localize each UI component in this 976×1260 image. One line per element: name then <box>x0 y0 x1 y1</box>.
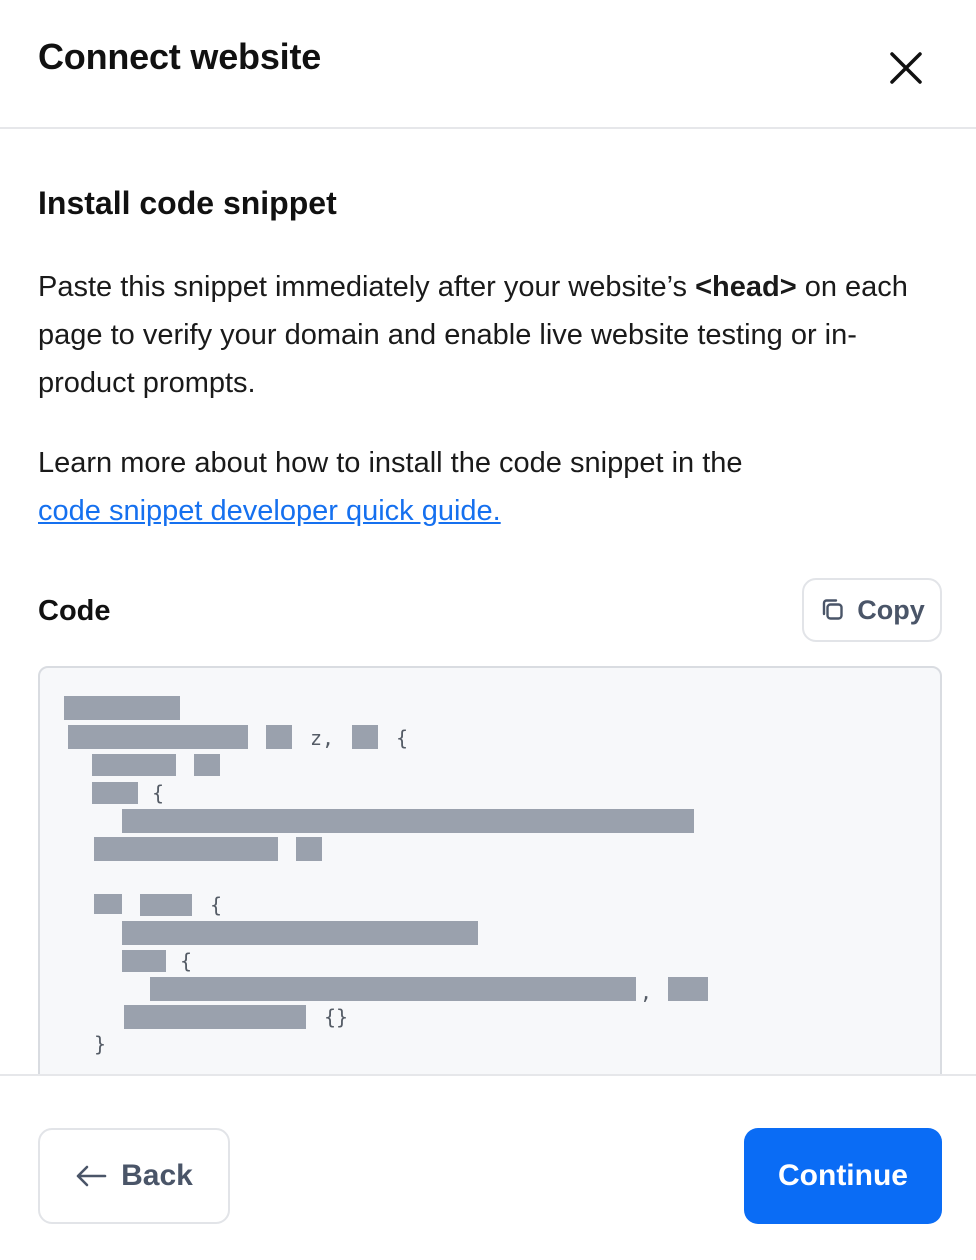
close-button[interactable] <box>882 44 930 92</box>
code-char: {} <box>324 1005 349 1029</box>
back-button[interactable]: Back <box>38 1128 230 1224</box>
continue-label: Continue <box>778 1159 908 1192</box>
redacted-code <box>296 837 322 861</box>
continue-button[interactable]: Continue <box>744 1128 942 1224</box>
code-char: { <box>180 949 193 973</box>
redacted-code <box>122 921 478 945</box>
description: Paste this snippet immediately after you… <box>38 263 942 407</box>
copy-icon <box>823 599 843 620</box>
modal-header: Connect website <box>0 0 976 129</box>
section-title: Install code snippet <box>38 185 337 221</box>
back-label: Back <box>121 1159 193 1192</box>
redacted-code <box>94 894 122 914</box>
close-icon <box>890 52 922 84</box>
code-char: z, <box>310 726 335 750</box>
redacted-code <box>266 725 292 749</box>
learn-more-text: Learn more about how to install the code… <box>38 447 743 479</box>
redacted-code <box>94 837 278 861</box>
code-snippet-box[interactable]: z, { { { { , {} } <box>38 666 942 1086</box>
code-char: , <box>640 980 653 1004</box>
head-tag: <head> <box>695 271 797 303</box>
code-char: { <box>396 726 409 750</box>
developer-guide-link[interactable]: code snippet developer quick guide. <box>38 487 501 535</box>
modal-footer: Back Continue <box>0 1074 976 1260</box>
description-text: Paste this snippet immediately after you… <box>38 271 696 303</box>
connect-website-modal: Connect website Install code snippet Pas… <box>0 0 976 1260</box>
code-label: Code <box>38 595 111 627</box>
code-char: } <box>94 1032 107 1056</box>
redacted-code <box>150 977 636 1001</box>
arrow-left-icon <box>76 1165 107 1187</box>
redacted-code <box>92 754 176 776</box>
copy-button[interactable]: Copy <box>802 578 942 642</box>
redacted-code <box>122 809 694 833</box>
code-char: { <box>210 893 223 917</box>
redacted-code <box>64 696 180 720</box>
modal-title: Connect website <box>38 36 322 77</box>
redacted-code <box>124 1005 306 1029</box>
redacted-code <box>140 894 192 916</box>
redacted-code <box>68 725 248 749</box>
learn-more: Learn more about how to install the code… <box>38 439 942 535</box>
redacted-code <box>92 782 138 804</box>
copy-label: Copy <box>857 594 925 625</box>
redacted-code <box>194 754 220 776</box>
code-char: { <box>152 781 165 805</box>
redacted-code <box>352 725 378 749</box>
redacted-code <box>122 950 166 972</box>
redacted-code <box>668 977 708 1001</box>
